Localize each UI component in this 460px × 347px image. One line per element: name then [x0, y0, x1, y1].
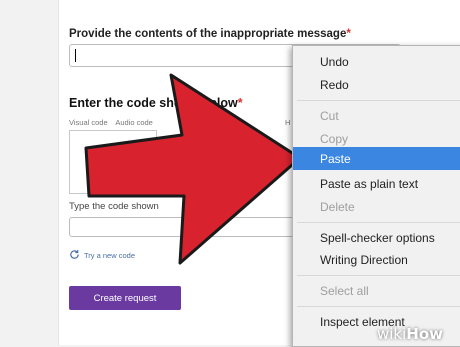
menu-separator — [297, 306, 460, 307]
menu-item-copy[interactable]: Copy — [320, 132, 348, 146]
menu-separator — [297, 222, 460, 223]
menu-item-paste[interactable]: Paste — [320, 152, 351, 166]
menu-item-select-all[interactable]: Select all — [320, 284, 369, 298]
menu-separator — [297, 100, 460, 101]
menu-item-redo[interactable]: Redo — [320, 78, 349, 92]
menu-item-undo[interactable]: Undo — [320, 55, 349, 69]
menu-item-paste-plain[interactable]: Paste as plain text — [320, 177, 418, 191]
menu-item-writing-direction[interactable]: Writing Direction — [320, 253, 408, 267]
menu-item-spellcheck[interactable]: Spell-checker options — [320, 231, 435, 245]
wikihow-watermark: wikiHow — [377, 325, 444, 343]
context-menu: Undo Redo Cut Copy Paste Paste as plain … — [292, 45, 460, 347]
menu-item-delete[interactable]: Delete — [320, 200, 355, 214]
menu-highlight — [293, 147, 460, 170]
menu-item-cut[interactable]: Cut — [320, 109, 339, 123]
menu-separator — [297, 275, 460, 276]
